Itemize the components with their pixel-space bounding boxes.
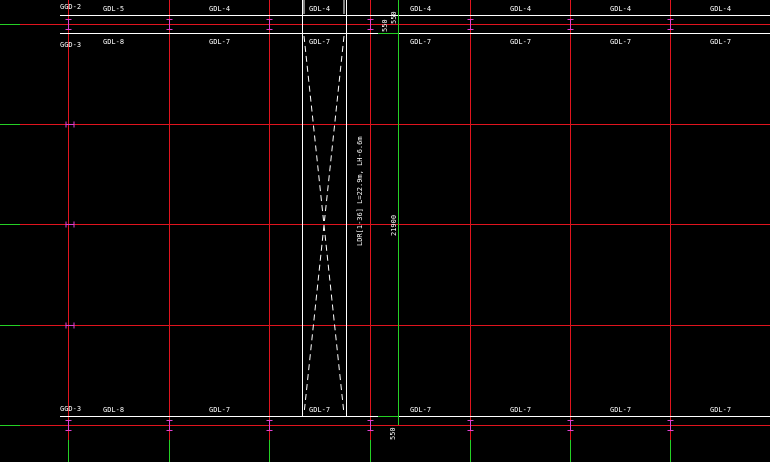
upper-row-label: GDL-7 <box>710 38 731 46</box>
upper-row-label: GDL-7 <box>309 38 330 46</box>
top-row-label: GDL-4 <box>610 5 631 13</box>
upper-row-label: GDL-7 <box>510 38 531 46</box>
cad-drawing-canvas: GGD-2 GGD-3 GGD-3 GDL-5 GDL-4 GDL-4 GDL-… <box>0 0 770 462</box>
top-row-label: GDL-4 <box>510 5 531 13</box>
bottom-row-label: GDL-7 <box>710 406 731 414</box>
top-row-label: GDL-5 <box>103 5 124 13</box>
top-row-label: GDL-4 <box>209 5 230 13</box>
bottom-row-label: GDL-7 <box>209 406 230 414</box>
bottom-row-label: GDL-8 <box>103 406 124 414</box>
bottom-row-label: GDL-7 <box>410 406 431 414</box>
upper-row-label: GDL-7 <box>410 38 431 46</box>
dimension-top-b: 550 <box>390 11 398 24</box>
background <box>0 0 770 462</box>
dimension-total: 21900 <box>390 215 398 236</box>
bottom-row-label: GDL-7 <box>309 406 330 414</box>
grid-tag-top-left: GGD-2 <box>60 3 81 11</box>
grid-tag-bottom-left: GGD-3 <box>60 405 81 413</box>
top-row-label: GDL-4 <box>710 5 731 13</box>
top-row-label: GDL-4 <box>410 5 431 13</box>
upper-row-label: GDL-7 <box>610 38 631 46</box>
dimension-bottom: 550 <box>389 427 397 440</box>
bottom-row-label: GDL-7 <box>510 406 531 414</box>
upper-row-label: GDL-7 <box>209 38 230 46</box>
beam-note: LDR[1-36] L=22.9m, LH-6.6m <box>356 136 364 246</box>
top-row-label: GDL-4 <box>309 5 330 13</box>
dimension-top-a: 550 <box>381 19 389 32</box>
bottom-row-label: GDL-7 <box>610 406 631 414</box>
grid-tag-upper-left: GGD-3 <box>60 41 81 49</box>
upper-row-label: GDL-8 <box>103 38 124 46</box>
